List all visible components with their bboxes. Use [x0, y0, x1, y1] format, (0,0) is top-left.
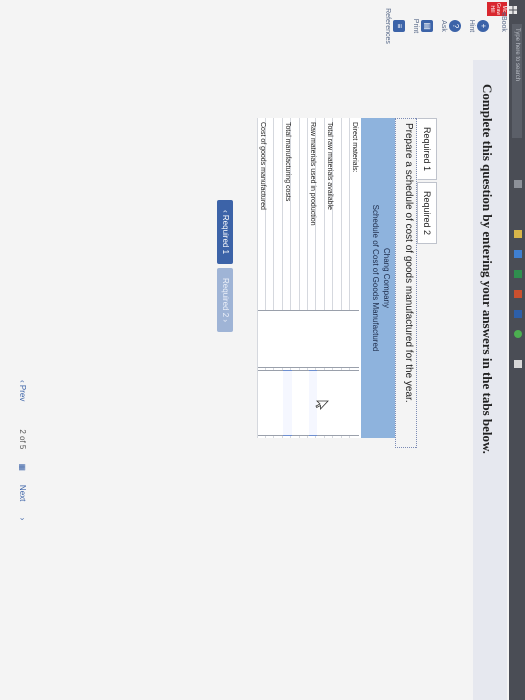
- next-question-link[interactable]: Next ›: [18, 485, 27, 520]
- row-label: Direct materials:: [351, 122, 358, 173]
- file-explorer-icon[interactable]: [514, 230, 522, 238]
- windows-start-icon[interactable]: [509, 6, 522, 14]
- word-icon[interactable]: [514, 310, 522, 318]
- amount-input[interactable]: [291, 310, 301, 368]
- amount-input[interactable]: [266, 310, 275, 368]
- tab-required-1[interactable]: Required 1: [417, 118, 437, 181]
- amount-input[interactable]: [341, 310, 351, 368]
- total-input[interactable]: [266, 370, 275, 436]
- row-label: Cost of goods manufactured: [258, 122, 266, 210]
- chevron-right-icon: ›: [221, 317, 230, 323]
- amount-input[interactable]: [282, 310, 292, 368]
- mouse-cursor-icon: [312, 400, 329, 411]
- taskbar-search-input[interactable]: Type here to search: [512, 24, 522, 138]
- total-input[interactable]: [341, 370, 351, 436]
- store-icon[interactable]: [514, 250, 522, 258]
- printer-icon: ▤: [421, 20, 433, 32]
- lifebuoy-icon: +: [477, 20, 489, 32]
- table-row: Cost of goods manufactured: [256, 118, 267, 438]
- ask-label: Ask: [440, 20, 447, 32]
- amount-input[interactable]: [308, 310, 317, 368]
- references-label: References: [384, 8, 391, 44]
- question-title: Complete this question by entering your …: [480, 84, 495, 454]
- screen: Type here to search Mc Graw Hill eBook +…: [0, 0, 525, 700]
- amount-input[interactable]: [324, 310, 334, 368]
- row-label: Total raw materials available: [325, 122, 333, 210]
- instruction-text: Prepare a schedule of cost of goods manu…: [395, 118, 417, 448]
- calculator-icon[interactable]: [514, 360, 522, 368]
- next-label: Next: [18, 484, 27, 502]
- powerpoint-icon[interactable]: [514, 290, 522, 298]
- requirement-nav: ‹ Required 1 Required 2 ›: [217, 200, 233, 336]
- row-label: Raw materials used in production: [309, 122, 316, 226]
- total-input[interactable]: [333, 370, 343, 436]
- total-input[interactable]: [274, 370, 284, 436]
- amount-input[interactable]: [316, 310, 326, 368]
- prev-required-label: Required 1: [221, 214, 230, 255]
- total-input[interactable]: [350, 370, 359, 436]
- prev-question-link[interactable]: ‹ Prev: [18, 380, 27, 415]
- amount-input[interactable]: [299, 310, 309, 368]
- print-label: Print: [412, 18, 419, 34]
- hint-tool[interactable]: + Hint: [468, 0, 489, 52]
- side-toolbar: + Hint ? Ask ▤ Print ≡ References: [309, 0, 509, 52]
- task-view-icon[interactable]: [514, 180, 522, 188]
- total-input[interactable]: [282, 370, 292, 436]
- hint-label: Hint: [468, 19, 475, 33]
- requirement-tabs: Required 1 Required 2: [417, 118, 437, 246]
- taskbar: Type here to search: [509, 0, 525, 700]
- question-pager: ‹ Prev 2 of 5 ▦ Next ›: [18, 380, 27, 534]
- references-tool[interactable]: ≡ References: [384, 0, 405, 52]
- next-required-label: Required 2: [221, 278, 230, 318]
- amount-input[interactable]: [257, 310, 267, 368]
- total-input[interactable]: [299, 370, 309, 436]
- chrome-icon[interactable]: [514, 330, 522, 338]
- row-label: Total manufacturing costs: [283, 122, 291, 202]
- schedule-header: Chang Company Schedule of Cost of Goods …: [361, 118, 395, 438]
- company-name: Chang Company: [382, 247, 391, 309]
- page-counter: 2 of 5: [18, 429, 27, 450]
- excel-icon[interactable]: [514, 270, 522, 278]
- schedule-title: Schedule of Cost of Goods Manufactured: [371, 204, 380, 352]
- prev-label: Prev: [18, 384, 27, 402]
- next-required-button[interactable]: Required 2 ›: [217, 268, 233, 333]
- print-tool[interactable]: ▤ Print: [412, 0, 433, 52]
- amount-input[interactable]: [350, 310, 359, 368]
- total-input[interactable]: [291, 370, 301, 436]
- amount-input[interactable]: [333, 310, 343, 368]
- photo-stage: Type here to search Mc Graw Hill eBook +…: [0, 0, 525, 700]
- cogm-schedule-table: Chang Company Schedule of Cost of Goods …: [256, 118, 395, 438]
- question-grid-icon[interactable]: ▦: [18, 463, 27, 471]
- chat-bubble-icon: ?: [449, 20, 461, 32]
- ask-tool[interactable]: ? Ask: [440, 0, 461, 52]
- amount-input[interactable]: [274, 310, 284, 368]
- prev-required-button[interactable]: ‹ Required 1: [217, 200, 233, 265]
- tab-required-2[interactable]: Required 2: [417, 182, 437, 245]
- total-input[interactable]: [257, 370, 267, 436]
- references-icon: ≡: [393, 20, 405, 32]
